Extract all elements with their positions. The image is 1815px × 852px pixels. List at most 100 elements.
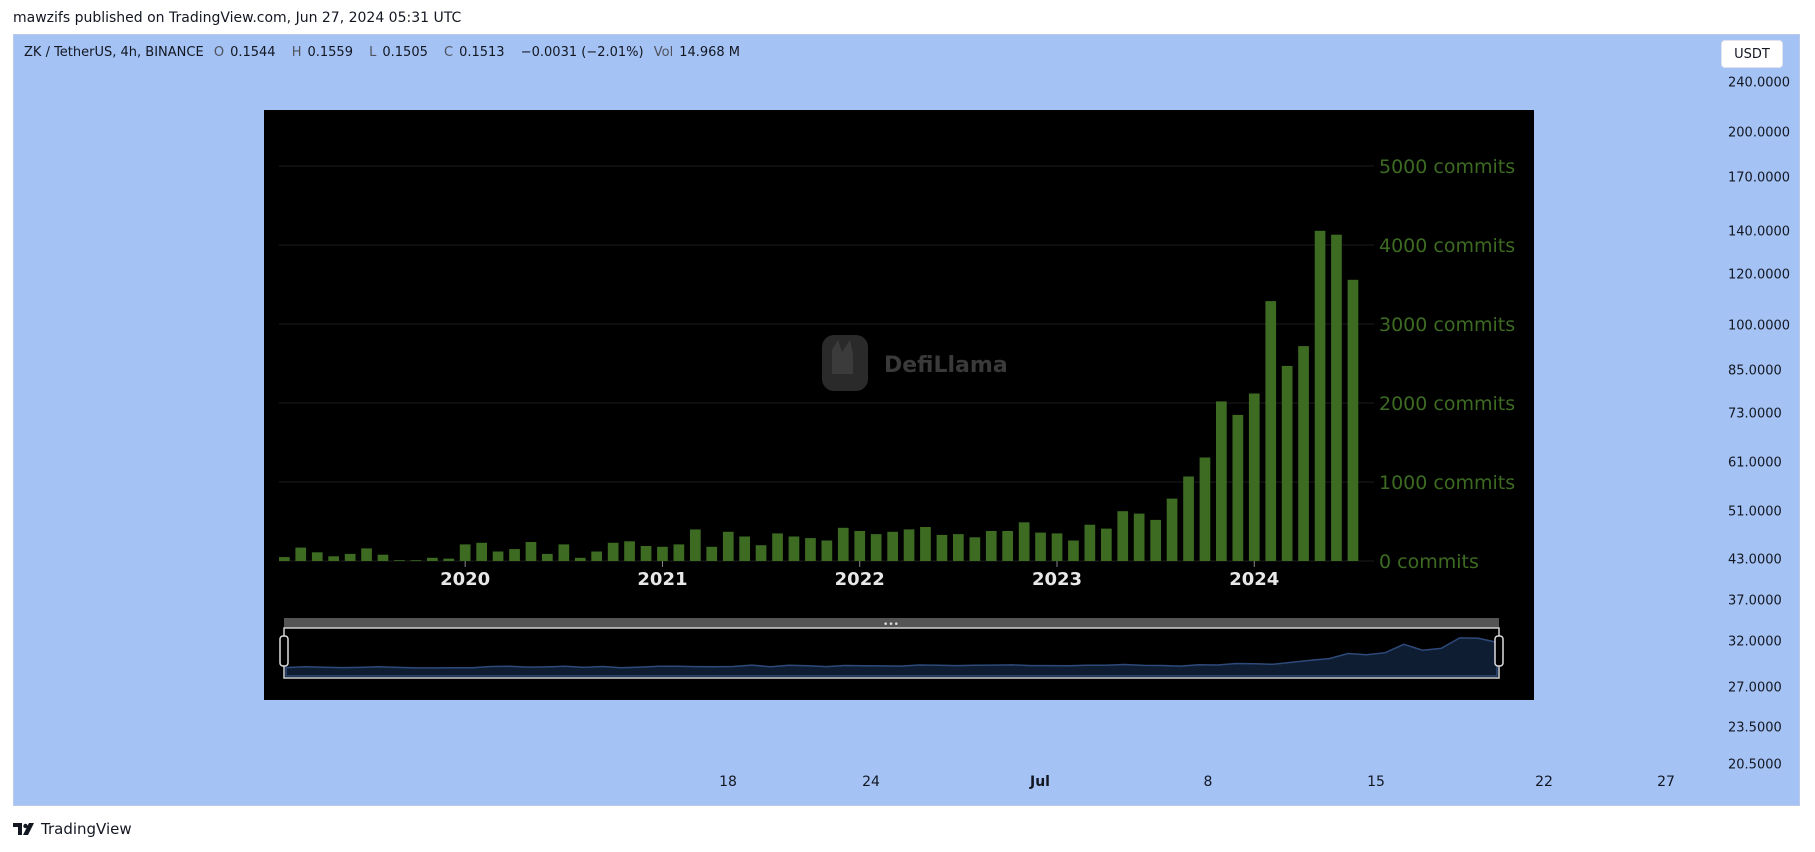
open-value: 0.1544 xyxy=(230,45,276,60)
commits-bar-chart: DefiLlama 0 commits 1000 commits 2000 comm… xyxy=(279,156,1515,679)
tradingview-logo-icon xyxy=(13,823,34,835)
commit-bar xyxy=(361,548,372,561)
price-tick: 170.0000 xyxy=(1728,170,1791,186)
commit-bar xyxy=(870,534,882,561)
price-tick: 140.0000 xyxy=(1728,224,1791,240)
commit-bar xyxy=(1199,457,1211,561)
commit-bar xyxy=(1002,531,1013,561)
commit-bar xyxy=(1314,230,1326,562)
y-tick-label: 2000 commits xyxy=(1379,393,1515,415)
commit-bar xyxy=(591,551,602,561)
price-tick: 100.0000 xyxy=(1728,318,1791,334)
commit-bar xyxy=(443,558,455,561)
price-tick: 240.0000 xyxy=(1728,75,1791,91)
price-tick: 32.0000 xyxy=(1728,634,1782,650)
commit-bar xyxy=(805,538,816,561)
y-tick-label: 1000 commits xyxy=(1379,472,1515,494)
commit-bar xyxy=(1101,528,1112,561)
price-tick: 51.0000 xyxy=(1728,504,1782,520)
high-value: 0.1559 xyxy=(307,45,353,60)
price-tick: 120.0000 xyxy=(1728,267,1791,283)
commit-bar xyxy=(1331,234,1342,561)
commit-bar xyxy=(344,553,356,561)
volume-value: 14.968 M xyxy=(679,45,741,60)
commit-bar xyxy=(969,537,981,561)
x-axis-labels: 2020 2021 2022 2023 2024 xyxy=(440,561,1279,590)
commit-bar xyxy=(607,542,619,561)
symbol-legend: ZK / TetherUS, 4h, BINANCE O 0.1544 H 0.15… xyxy=(24,45,752,60)
commit-bar xyxy=(985,531,997,561)
published-line: mawzifs published on TradingView.com, Ju… xyxy=(13,10,462,26)
navigator-left-handle[interactable] xyxy=(279,635,289,667)
commit-bar xyxy=(903,529,915,561)
commit-bar xyxy=(525,542,537,561)
commit-bar xyxy=(1347,279,1359,561)
commit-bar xyxy=(821,540,833,561)
commit-bar xyxy=(673,544,685,561)
navigator-series xyxy=(285,637,1498,677)
symbol-name[interactable]: ZK / TetherUS, 4h, BINANCE xyxy=(24,45,204,60)
high-label: H xyxy=(291,45,302,60)
y-axis-labels: 0 commits 1000 commits 2000 commits 3000 co… xyxy=(1379,156,1515,573)
price-tick: 27.0000 xyxy=(1728,680,1782,696)
time-tick: 24 xyxy=(862,774,880,790)
price-tick: 20.5000 xyxy=(1728,757,1782,773)
open-label: O xyxy=(213,45,225,60)
commit-bar xyxy=(772,533,783,561)
commit-bar xyxy=(1232,414,1244,561)
commit-bar xyxy=(1298,346,1309,561)
tradingview-footer[interactable]: TradingView xyxy=(13,820,132,838)
commit-bar xyxy=(690,529,701,561)
commit-bar xyxy=(279,557,290,561)
commit-bar xyxy=(1183,476,1194,561)
footer-brand: TradingView xyxy=(41,820,132,838)
commit-bar xyxy=(854,531,866,561)
commit-bar xyxy=(739,536,750,561)
commit-bar xyxy=(410,560,422,561)
commit-bar xyxy=(509,549,520,561)
range-navigator[interactable]: ••• xyxy=(279,618,1504,679)
commit-bar xyxy=(1133,513,1145,561)
price-tick: 37.0000 xyxy=(1728,593,1782,609)
price-tick: 200.0000 xyxy=(1728,125,1791,141)
commit-bar xyxy=(1248,393,1260,561)
commit-bar xyxy=(953,534,964,561)
commit-bar xyxy=(1117,511,1129,561)
navigator-right-handle[interactable] xyxy=(1494,635,1504,667)
commit-bar xyxy=(837,527,849,561)
volume-label: Vol xyxy=(653,45,674,60)
time-tick: 27 xyxy=(1657,774,1675,790)
time-tick: Jul xyxy=(1030,774,1050,790)
price-tick: 61.0000 xyxy=(1728,455,1782,471)
low-value: 0.1505 xyxy=(382,45,428,60)
defillama-watermark: DefiLlama xyxy=(822,335,1008,391)
commit-bar xyxy=(1150,519,1161,561)
commit-bar xyxy=(1265,301,1277,561)
commit-bar xyxy=(492,551,504,561)
x-tick-label: 2022 xyxy=(835,569,885,590)
price-tick: 43.0000 xyxy=(1728,552,1782,568)
time-tick: 18 xyxy=(719,774,737,790)
price-tick: 85.0000 xyxy=(1728,363,1782,379)
commit-bar xyxy=(722,531,734,561)
low-label: L xyxy=(369,45,377,60)
commit-bar xyxy=(1018,522,1030,561)
time-tick: 15 xyxy=(1367,774,1385,790)
tradingview-chart[interactable]: ZK / TetherUS, 4h, BINANCE O 0.1544 H 0.15… xyxy=(13,34,1800,806)
commit-bar xyxy=(1051,533,1063,561)
close-value: 0.1513 xyxy=(459,45,505,60)
commit-bar xyxy=(1068,540,1079,561)
commit-bar xyxy=(427,557,438,561)
commit-bar xyxy=(1084,524,1096,561)
x-tick-label: 2021 xyxy=(637,569,687,590)
commit-bar xyxy=(542,553,553,561)
commit-bar xyxy=(887,531,898,561)
y-tick-label: 4000 commits xyxy=(1379,235,1515,257)
commit-bar xyxy=(706,546,718,561)
commit-bar xyxy=(936,534,948,561)
y-tick-label: 5000 commits xyxy=(1379,156,1515,178)
watermark-text: DefiLlama xyxy=(884,353,1008,378)
commit-bar xyxy=(574,557,586,561)
currency-button[interactable]: USDT xyxy=(1721,40,1783,68)
x-tick-label: 2023 xyxy=(1032,569,1082,590)
